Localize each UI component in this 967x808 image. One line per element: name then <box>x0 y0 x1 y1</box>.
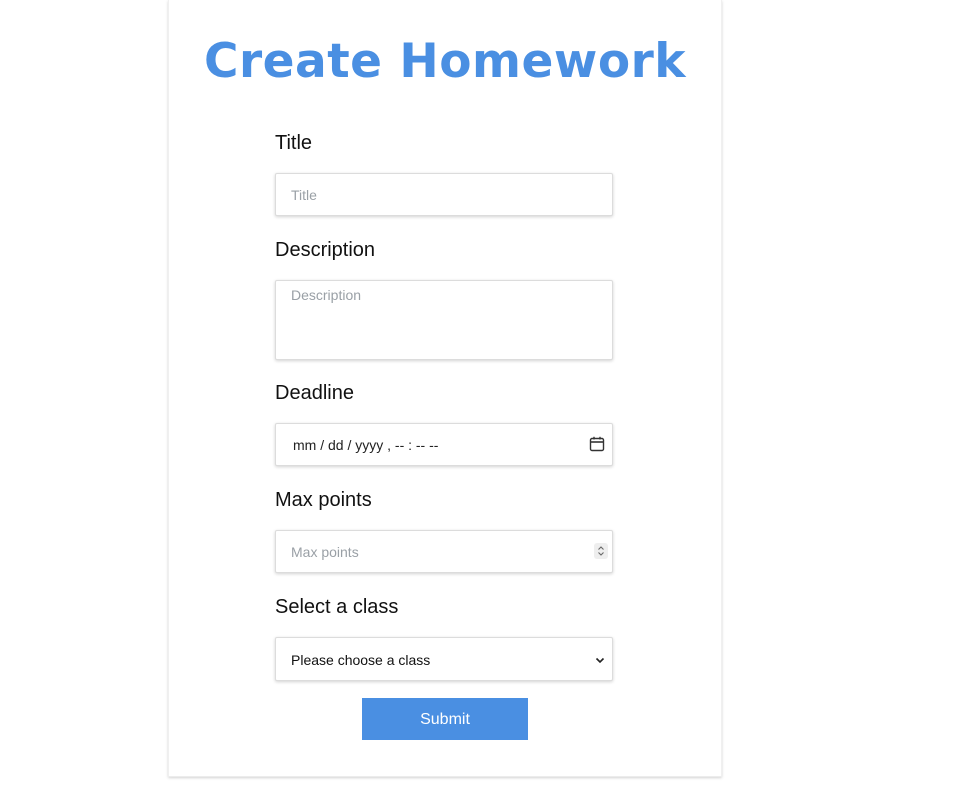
description-field[interactable] <box>275 280 613 360</box>
spinner-icon[interactable] <box>594 543 608 559</box>
description-label: Description <box>275 239 376 261</box>
title-field[interactable] <box>275 173 613 216</box>
deadline-input[interactable]: mm / dd / yyyy , -- : -- -- <box>293 424 438 466</box>
calendar-icon[interactable] <box>588 435 606 453</box>
deadline-field[interactable]: mm / dd / yyyy , -- : -- -- <box>275 423 613 466</box>
title-label: Title <box>275 132 313 154</box>
max-points-input[interactable] <box>291 531 572 572</box>
max-points-label: Max points <box>275 489 372 511</box>
class-select[interactable]: Please choose a class <box>275 637 613 681</box>
page-title: Create Homework <box>203 34 687 89</box>
deadline-label: Deadline <box>275 382 354 404</box>
class-select-value[interactable]: Please choose a class <box>291 638 430 682</box>
class-select-label: Select a class <box>275 596 399 618</box>
description-input[interactable] <box>291 287 600 353</box>
submit-button[interactable]: Submit <box>362 698 528 740</box>
form-card: Create Homework Title Description Deadli… <box>168 0 722 777</box>
title-input[interactable] <box>291 174 572 215</box>
max-points-field[interactable] <box>275 530 613 573</box>
chevron-down-icon[interactable] <box>594 654 606 666</box>
